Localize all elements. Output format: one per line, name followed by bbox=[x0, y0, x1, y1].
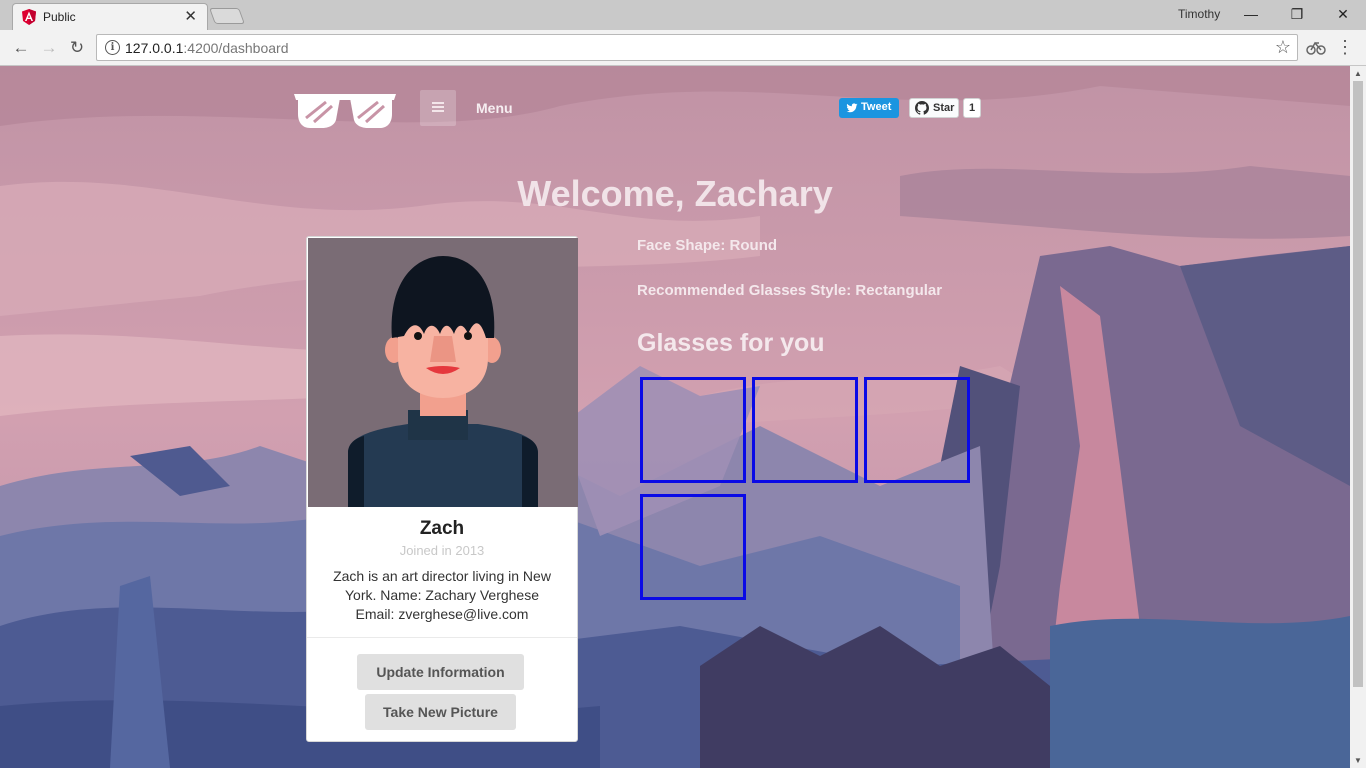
address-bar[interactable]: i 127.0.0.1:4200/dashboard ☆ bbox=[96, 34, 1298, 61]
recommended-style-text: Recommended Glasses Style: Rectangular bbox=[637, 282, 943, 299]
url-host: 127.0.0.1 bbox=[125, 40, 184, 56]
tab-strip: Public ✕ Timothy — ❐ ✕ bbox=[0, 0, 1366, 30]
glasses-logo-icon[interactable] bbox=[292, 88, 398, 128]
hamburger-icon bbox=[432, 102, 444, 104]
face-shape-text: Face Shape: Round bbox=[637, 237, 778, 254]
glasses-slot[interactable] bbox=[640, 377, 746, 483]
close-window-icon[interactable]: ✕ bbox=[1320, 2, 1366, 26]
toolbar: ← → ↻ i 127.0.0.1:4200/dashboard ☆ ⋮ bbox=[0, 30, 1366, 66]
info-icon[interactable]: i bbox=[105, 40, 120, 55]
vertical-scrollbar[interactable]: ▲ ▼ bbox=[1350, 66, 1366, 768]
page-viewport: Menu Tweet Star 1 Welcome, Zachary Zach … bbox=[0, 66, 1350, 768]
minimize-icon[interactable]: — bbox=[1228, 2, 1274, 26]
profile-card: Zach Joined in 2013 Zach is an art direc… bbox=[306, 236, 578, 742]
card-divider bbox=[307, 637, 577, 638]
take-new-picture-button[interactable]: Take New Picture bbox=[365, 694, 516, 730]
url-text[interactable]: 127.0.0.1:4200/dashboard bbox=[125, 40, 288, 56]
scrollbar-thumb[interactable] bbox=[1353, 81, 1363, 687]
update-information-button[interactable]: Update Information bbox=[357, 654, 524, 690]
avatar bbox=[308, 238, 578, 507]
browser-tab[interactable]: Public ✕ bbox=[12, 3, 208, 30]
github-icon bbox=[915, 101, 929, 115]
tab-title: Public bbox=[43, 10, 76, 24]
back-icon[interactable]: ← bbox=[9, 36, 33, 60]
page-title: Welcome, Zachary bbox=[517, 173, 833, 214]
bookmark-star-icon[interactable]: ☆ bbox=[1275, 37, 1291, 58]
reload-icon[interactable]: ↻ bbox=[65, 36, 89, 60]
extension-icon[interactable] bbox=[1305, 36, 1327, 58]
joined-date: Joined in 2013 bbox=[399, 543, 485, 558]
restore-icon[interactable]: ❐ bbox=[1274, 2, 1320, 26]
profile-name: Zach bbox=[419, 518, 465, 539]
scroll-up-icon[interactable]: ▲ bbox=[1354, 69, 1362, 78]
profile-description: Zach is an art director living in New Yo… bbox=[333, 568, 551, 622]
menu-toggle-button[interactable] bbox=[420, 90, 456, 126]
new-tab-button[interactable] bbox=[209, 8, 245, 24]
github-star-button[interactable]: Star bbox=[909, 98, 959, 118]
star-count-badge[interactable]: 1 bbox=[963, 98, 981, 118]
url-path: :4200/dashboard bbox=[183, 40, 289, 56]
browser-menu-icon[interactable]: ⋮ bbox=[1336, 35, 1354, 59]
scroll-down-icon[interactable]: ▼ bbox=[1354, 756, 1362, 765]
glasses-heading: Glasses for you bbox=[637, 329, 825, 357]
close-tab-icon[interactable]: ✕ bbox=[184, 7, 197, 25]
twitter-icon bbox=[846, 103, 858, 113]
profile-name[interactable]: Timothy bbox=[1178, 7, 1220, 21]
glasses-slot[interactable] bbox=[864, 377, 970, 483]
angular-icon bbox=[22, 9, 36, 25]
forward-icon[interactable]: → bbox=[37, 36, 61, 60]
tweet-label: Tweet bbox=[861, 101, 892, 113]
glasses-slot[interactable] bbox=[752, 377, 858, 483]
menu-label[interactable]: Menu bbox=[476, 100, 513, 116]
tweet-button[interactable]: Tweet bbox=[839, 98, 899, 118]
star-label: Star bbox=[933, 102, 955, 114]
glasses-slot[interactable] bbox=[640, 494, 746, 600]
